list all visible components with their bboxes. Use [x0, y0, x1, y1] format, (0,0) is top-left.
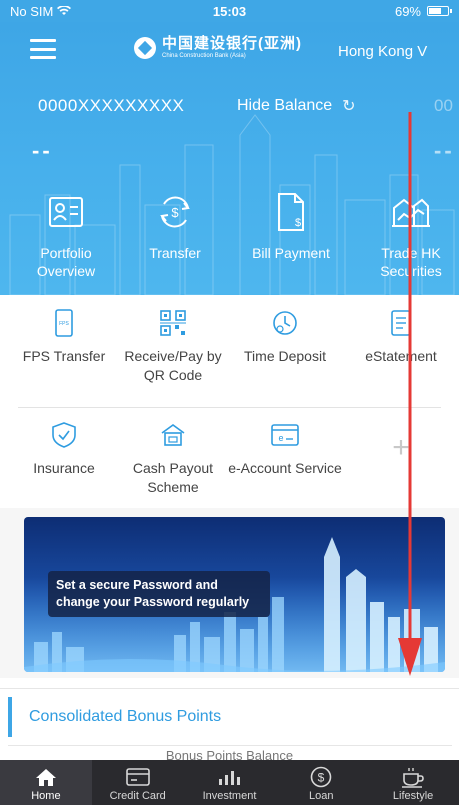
brand-name-en: China Construction Bank (Asia)	[162, 53, 246, 59]
svg-text:e: e	[278, 433, 283, 443]
status-time: 15:03	[212, 3, 247, 19]
grid-label-fps: FPS Transfer	[22, 348, 106, 364]
bill-payment-button[interactable]: $ Bill Payment	[236, 192, 346, 262]
tab-label-investment: Investment	[202, 790, 257, 802]
status-right: 69%	[299, 3, 452, 19]
hero-label-bill: Bill Payment	[252, 245, 330, 261]
hide-balance-label: Hide Balance	[237, 97, 333, 114]
status-left: No SIM	[10, 4, 160, 19]
svg-text:$: $	[318, 771, 325, 785]
svg-text:$: $	[171, 205, 179, 220]
account-number[interactable]: 0000XXXXXXXXX	[38, 96, 184, 116]
bill-icon: $	[271, 192, 311, 232]
security-banner[interactable]: Set a secure Password and change your Pa…	[24, 517, 445, 672]
carrier-label: No SIM	[10, 3, 54, 19]
tab-label-loan: Loan	[309, 790, 334, 802]
balance-row: 0000XXXXXXXXX Hide Balance ↻ 00	[0, 96, 459, 122]
bonus-points-title: Consolidated Bonus Points	[29, 708, 222, 725]
banner-message: Set a secure Password and change your Pa…	[48, 571, 270, 617]
grid-label-e-account: e-Account Service	[228, 460, 342, 476]
add-icon: +	[392, 431, 410, 464]
grid-label-time-deposit: Time Deposit	[244, 348, 326, 364]
loan-icon: $	[310, 766, 332, 788]
bottom-tab-bar: Home Credit Card Investment $ Loan Lifes…	[0, 760, 459, 805]
grid-divider	[18, 407, 441, 408]
tab-label-home: Home	[31, 790, 61, 802]
tab-lifestyle[interactable]: Lifestyle	[367, 760, 459, 805]
tab-home[interactable]: Home	[0, 760, 92, 805]
grid-label-estatement: eStatement	[365, 348, 437, 364]
balance-value: --	[32, 138, 53, 163]
hide-balance-toggle[interactable]: Hide Balance ↻	[237, 96, 356, 116]
next-balance-value: --	[434, 138, 455, 163]
wifi-icon	[57, 6, 72, 15]
portfolio-icon	[46, 192, 86, 232]
tab-loan[interactable]: $ Loan	[275, 760, 367, 805]
home-icon	[35, 766, 57, 788]
securities-icon	[391, 192, 431, 232]
fps-icon: FPS	[50, 309, 78, 337]
refresh-icon[interactable]: ↻	[342, 96, 355, 116]
e-account-icon: e	[271, 421, 299, 449]
time-deposit-icon	[271, 309, 299, 337]
grid-label-cash-payout: Cash Payout Scheme	[132, 460, 214, 495]
nav-row: 中国建设银行(亚洲) China Construction Bank (Asia…	[0, 22, 459, 80]
e-account-button[interactable]: e e-Account Service	[225, 421, 345, 478]
account-header: 中国建设银行(亚洲) China Construction Bank (Asia…	[0, 22, 459, 295]
next-account-peek[interactable]: 00	[434, 96, 453, 116]
bank-logo: 中国建设银行(亚洲) China Construction Bank (Asia…	[134, 36, 302, 59]
hero-shortcuts: Portfolio Overview $ Transfer $ Bill Pay…	[0, 192, 459, 292]
cash-payout-icon	[159, 421, 187, 449]
transfer-button[interactable]: $ Transfer	[120, 192, 230, 262]
transfer-icon: $	[155, 192, 195, 232]
tab-investment[interactable]: Investment	[184, 760, 276, 805]
battery-fill	[429, 8, 441, 14]
fps-transfer-button[interactable]: FPS FPS Transfer	[4, 309, 124, 366]
estatement-icon	[387, 309, 415, 337]
portfolio-overview-button[interactable]: Portfolio Overview	[11, 192, 121, 280]
hero-label-portfolio: Portfolio Overview	[36, 245, 96, 279]
grid-label-qr: Receive/Pay by QR Code	[124, 348, 222, 383]
bonus-points-section[interactable]: Consolidated Bonus Points	[0, 688, 459, 748]
investment-icon	[217, 766, 241, 788]
svg-text:FPS: FPS	[59, 321, 69, 327]
tab-credit-card[interactable]: Credit Card	[92, 760, 184, 805]
qr-code-button[interactable]: Receive/Pay by QR Code	[113, 309, 233, 385]
tab-label-credit-card: Credit Card	[109, 790, 166, 802]
hero-label-transfer: Transfer	[149, 245, 201, 261]
add-function-button[interactable]: +	[341, 433, 459, 463]
hero-label-securities: Trade HK Securities	[380, 245, 442, 279]
region-selector[interactable]: Hong Kong V	[338, 43, 427, 60]
section-accent-bar	[8, 697, 12, 737]
bonus-points-balance-label: Bonus Points Balance	[165, 748, 294, 763]
lifestyle-icon	[401, 766, 425, 788]
battery-percent: 69%	[394, 3, 421, 19]
function-grid: FPS FPS Transfer Receive/Pay by QR Code …	[0, 295, 459, 508]
ccb-logo-icon	[134, 36, 156, 59]
svg-text:$: $	[295, 217, 301, 229]
trade-securities-button[interactable]: Trade HK Securities	[356, 192, 459, 280]
cash-payout-button[interactable]: Cash Payout Scheme	[113, 421, 233, 497]
insurance-button[interactable]: Insurance	[4, 421, 124, 478]
time-deposit-button[interactable]: Time Deposit	[225, 309, 345, 366]
grid-label-insurance: Insurance	[33, 460, 95, 476]
brand-name-cn: 中国建设银行(亚洲)	[162, 35, 302, 52]
hamburger-menu-icon[interactable]	[30, 39, 56, 59]
battery-icon	[427, 6, 452, 16]
estatement-button[interactable]: eStatement	[341, 309, 459, 366]
status-bar: No SIM 15:03 69%	[0, 0, 459, 22]
tab-label-lifestyle: Lifestyle	[392, 790, 434, 802]
insurance-icon	[50, 421, 78, 449]
section-divider	[8, 745, 452, 746]
qr-code-icon	[159, 309, 187, 337]
credit-card-icon	[125, 766, 150, 788]
